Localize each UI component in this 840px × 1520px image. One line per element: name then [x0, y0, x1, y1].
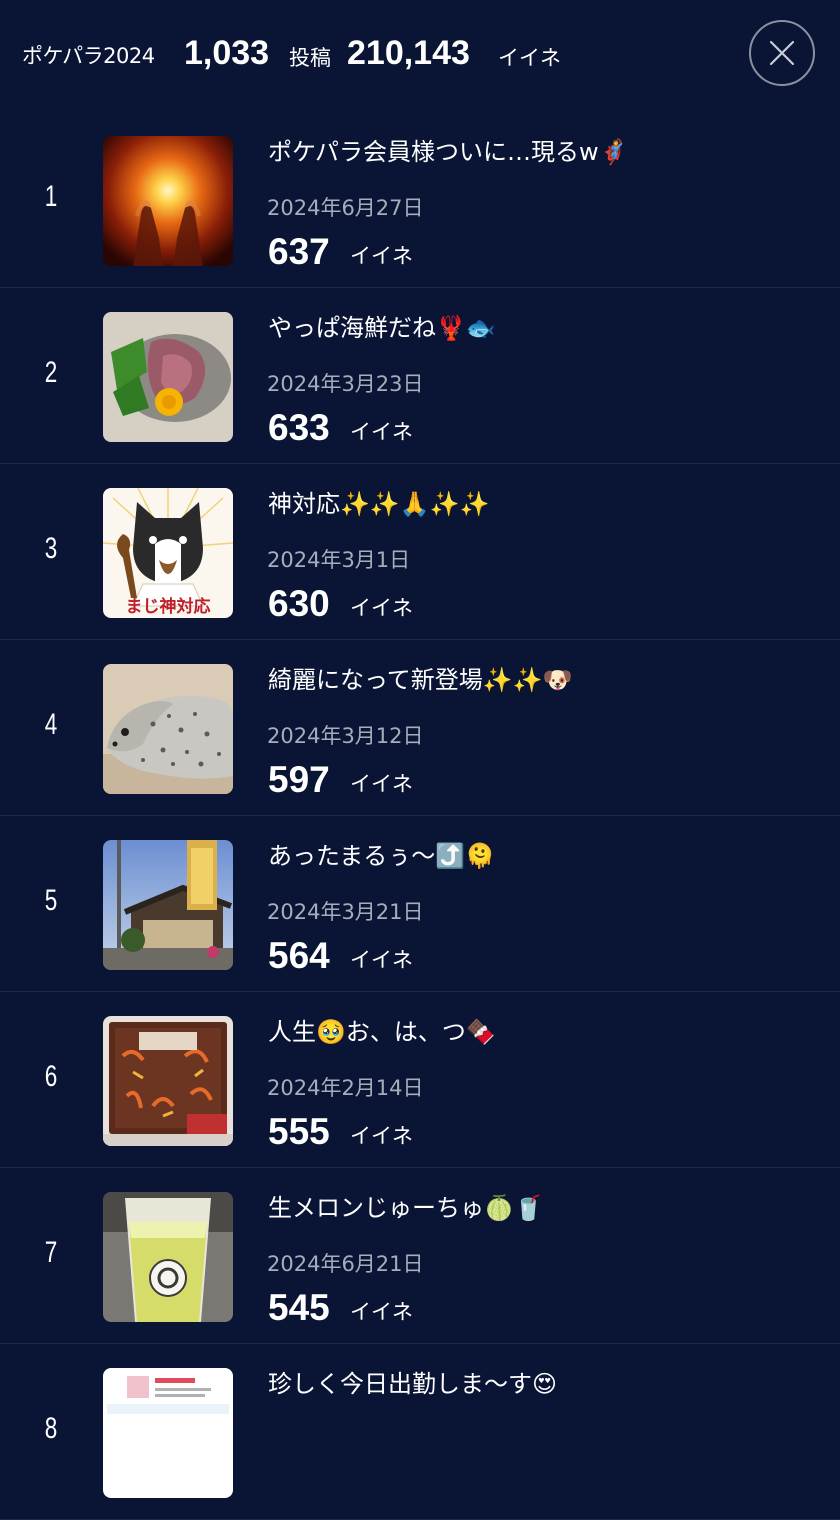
post-thumbnail[interactable]	[103, 1192, 233, 1322]
post-title: 綺麗になって新登場✨✨🐶	[268, 666, 573, 694]
like-count: 630	[268, 583, 330, 624]
ranking-item-5[interactable]: 5 あったまるぅ〜⤴️🫠 2024年3月21日 564 イイネ	[0, 816, 840, 992]
rank-number: 4	[44, 708, 58, 741]
post-date: 2024年6月21日	[267, 1252, 424, 1276]
rank-number: 5	[44, 884, 58, 917]
post-title: やっぱ海鮮だね🦞🐟	[268, 314, 496, 342]
rank-number: 3	[44, 532, 58, 565]
post-title: 神対応✨✨🙏✨✨	[268, 490, 490, 518]
like-unit: イイネ	[350, 596, 413, 620]
rank-number: 2	[44, 356, 58, 389]
post-title: 生メロンじゅーちゅ🍈🥤	[268, 1194, 544, 1222]
like-count: 597	[268, 759, 330, 800]
like-unit: イイネ	[350, 244, 413, 268]
like-count: 210,143	[347, 34, 470, 72]
post-title: あったまるぅ〜⤴️🫠	[268, 842, 496, 870]
post-count: 1,033	[184, 34, 270, 72]
post-date: 2024年3月1日	[267, 548, 411, 572]
post-thumbnail[interactable]: まじ神対応	[103, 488, 233, 618]
ranking-item-1[interactable]: 1 ポケパラ会員様ついに…現るw🦸 2024年6月27日 637 イイネ	[0, 112, 840, 288]
like-count: 564	[268, 935, 330, 976]
post-date: 2024年3月23日	[267, 372, 424, 396]
like-unit: イイネ	[350, 948, 413, 972]
ranking-list: 1 ポケパラ会員様ついに…現るw🦸 2024年6月27日 637 イイネ 2 や…	[0, 112, 840, 1520]
like-count: 637	[268, 231, 330, 272]
post-title: 珍しく今日出勤しま〜す😍	[268, 1370, 558, 1398]
rank-number: 6	[44, 1060, 58, 1093]
post-count-unit: 投稿	[289, 46, 331, 70]
post-thumbnail[interactable]	[103, 664, 233, 794]
like-count: 545	[268, 1287, 330, 1328]
like-count: 555	[268, 1111, 330, 1152]
post-date: 2024年3月12日	[267, 724, 424, 748]
post-thumbnail[interactable]	[103, 136, 233, 266]
post-thumbnail[interactable]	[103, 312, 233, 442]
post-date: 2024年6月27日	[267, 196, 424, 220]
rank-number: 7	[44, 1236, 58, 1269]
post-date: 2024年2月14日	[267, 1076, 424, 1100]
post-date: 2024年3月21日	[267, 900, 424, 924]
close-button[interactable]	[749, 20, 815, 86]
post-title: ポケパラ会員様ついに…現るw🦸	[268, 138, 629, 166]
ranking-item-2[interactable]: 2 やっぱ海鮮だね🦞🐟 2024年3月23日 633 イイネ	[0, 288, 840, 464]
close-icon	[769, 40, 795, 66]
header: ポケパラ2024 1,033 投稿 210,143 イイネ	[0, 0, 840, 112]
ranking-item-4[interactable]: 4 綺麗になって新登場✨✨🐶 2024年3月12日 597 イイネ	[0, 640, 840, 816]
rank-number: 8	[44, 1412, 58, 1445]
like-unit: イイネ	[350, 772, 413, 796]
post-thumbnail[interactable]	[103, 1368, 233, 1498]
like-unit: イイネ	[350, 1300, 413, 1324]
post-thumbnail[interactable]	[103, 840, 233, 970]
thumbnail-caption: まじ神対応	[126, 596, 211, 617]
post-thumbnail[interactable]	[103, 1016, 233, 1146]
post-title: 人生🥹お、は、つ🍫	[268, 1018, 496, 1046]
like-count-unit: イイネ	[498, 46, 561, 70]
like-unit: イイネ	[350, 420, 413, 444]
ranking-item-8[interactable]: 8 珍しく今日出勤しま〜す😍	[0, 1344, 840, 1520]
like-unit: イイネ	[350, 1124, 413, 1148]
like-count: 633	[268, 407, 330, 448]
app-title: ポケパラ2024	[22, 44, 155, 68]
ranking-item-3[interactable]: 3 まじ神対応 神対応✨✨🙏✨✨ 2024年3月1日 630 イイネ	[0, 464, 840, 640]
ranking-item-7[interactable]: 7 生メロンじゅーちゅ🍈🥤 2024年6月21日 545 イイネ	[0, 1168, 840, 1344]
rank-number: 1	[44, 180, 58, 213]
ranking-item-6[interactable]: 6 人生🥹お、は、つ🍫 2024年2月14日 555 イイネ	[0, 992, 840, 1168]
